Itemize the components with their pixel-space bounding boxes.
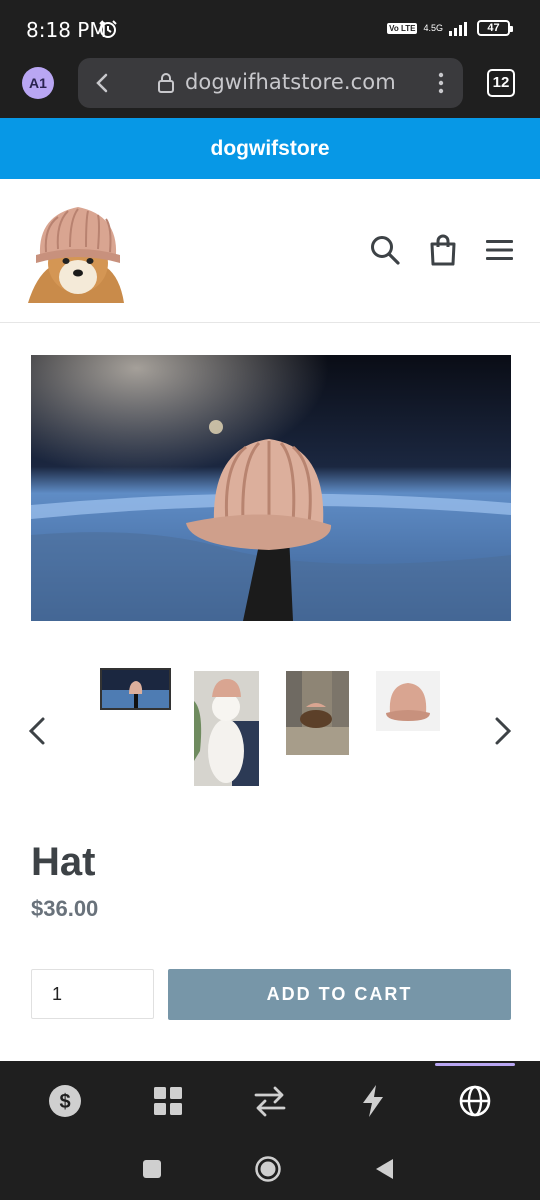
menu-icon[interactable] [484, 236, 516, 264]
announcement-bar[interactable]: dogwifstore [0, 118, 540, 179]
swap-icon[interactable] [252, 1083, 288, 1119]
thumbnail-white-dog[interactable] [194, 671, 259, 786]
address-bar[interactable]: dogwifhatstore.com [78, 58, 463, 108]
product-main-image[interactable] [31, 355, 511, 621]
thumbnail-slider [0, 663, 540, 793]
chevron-right-icon[interactable] [488, 715, 516, 747]
add-to-cart-button[interactable]: ADD TO CART [168, 969, 511, 1020]
tab-switcher-button[interactable]: 12 [487, 69, 515, 97]
status-bar: 8:18 PM Vo LTE 4.5G 47 [0, 0, 540, 56]
app-bottom-nav: $ [0, 1061, 540, 1141]
thumbnail-bull-statue[interactable] [286, 671, 349, 755]
dog-with-hat-logo[interactable] [28, 197, 128, 303]
browser-toolbar: A1 dogwifhatstore.com 12 [0, 56, 540, 118]
search-icon[interactable] [368, 233, 402, 267]
network-type: 4.5G [423, 22, 443, 33]
lock-icon [158, 73, 174, 93]
alarm-clock-icon [99, 20, 117, 38]
recents-icon[interactable] [138, 1155, 166, 1183]
web-page: dogwifstore Hat $36.00 1 ADD TO CART [0, 118, 540, 1061]
signal-icon [449, 22, 467, 36]
grid-icon[interactable] [150, 1083, 186, 1119]
site-header [0, 179, 540, 323]
battery-indicator: 47 [477, 20, 513, 36]
back-arrow-icon[interactable] [92, 72, 114, 94]
status-time: 8:18 PM [26, 18, 107, 42]
profile-avatar[interactable]: A1 [22, 67, 54, 99]
thumbnail-hat[interactable] [376, 671, 440, 731]
quantity-input[interactable] [31, 969, 154, 1019]
more-options-icon[interactable] [433, 71, 449, 95]
dollar-icon[interactable]: $ [47, 1083, 83, 1119]
thumbnail-space-hat[interactable] [100, 668, 171, 710]
active-tab-indicator [435, 1063, 515, 1066]
product-price: $36.00 [31, 896, 99, 921]
globe-icon[interactable] [457, 1083, 493, 1119]
lightning-icon[interactable] [355, 1083, 391, 1119]
volte-badge: Vo LTE [387, 22, 418, 34]
svg-text:$: $ [59, 1091, 70, 1113]
system-nav-bar [0, 1141, 540, 1200]
product-title: Hat [31, 840, 96, 884]
home-icon[interactable] [254, 1155, 282, 1183]
back-icon[interactable] [371, 1155, 399, 1183]
chevron-left-icon[interactable] [24, 715, 52, 747]
cart-icon[interactable] [426, 233, 460, 267]
url-text[interactable]: dogwifhatstore.com [185, 70, 396, 94]
